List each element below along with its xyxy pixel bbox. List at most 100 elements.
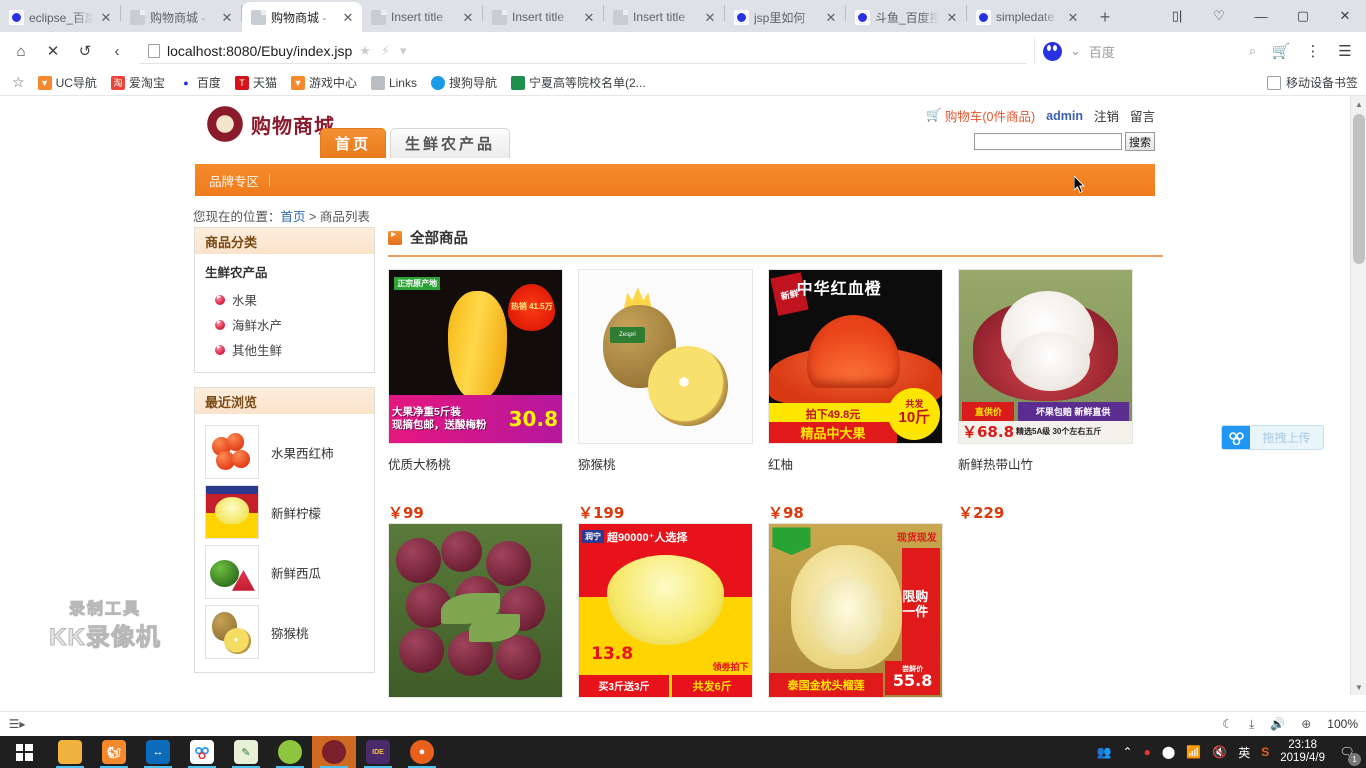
bookmark-gamecenter[interactable]: ▼ 游戏中心 xyxy=(286,72,362,93)
zoom-level[interactable]: 100% xyxy=(1327,717,1358,731)
product-image[interactable]: Zespri xyxy=(578,269,753,444)
back-icon[interactable]: ‹ xyxy=(102,36,132,66)
taskbar-app-active[interactable] xyxy=(312,736,356,768)
product-name[interactable]: 猕猴桃 xyxy=(578,454,768,473)
product-card[interactable]: 直供价 坏果包赔 新鲜直供 ￥68.8 精选5A级 30个左右五斤 新鲜热带山竹… xyxy=(958,269,1148,523)
search-icon[interactable]: ⌕ xyxy=(1249,43,1256,59)
nav-tab-home[interactable]: 首页 xyxy=(320,128,387,158)
close-icon[interactable]: ✕ xyxy=(581,11,597,24)
list-item[interactable]: 猕猴桃 xyxy=(205,602,364,662)
cast-icon[interactable]: ♡ xyxy=(1198,0,1240,32)
star-icon[interactable]: ★ xyxy=(359,43,371,59)
more-vertical-icon[interactable]: ⋮ xyxy=(1298,36,1328,66)
taskbar-app-mysql[interactable] xyxy=(268,736,312,768)
home-icon[interactable]: ⌂ xyxy=(6,36,36,66)
volume-icon[interactable]: 🔊 xyxy=(1270,717,1285,731)
product-card[interactable]: 现货现发 限购一件 泰国金枕头榴莲 尝鲜价 55.8 xyxy=(768,523,958,711)
category-item-seafood[interactable]: 海鲜水产 xyxy=(205,312,364,337)
product-image[interactable]: 现货现发 限购一件 泰国金枕头榴莲 尝鲜价 55.8 xyxy=(768,523,943,698)
close-icon[interactable]: ✕ xyxy=(944,11,960,24)
browser-tab-6[interactable]: jsp里如何 ✕ xyxy=(725,2,845,32)
breadcrumb-home[interactable]: 首页 xyxy=(281,210,306,224)
browser-tab-7[interactable]: 斗鱼_百度搜 ✕ xyxy=(846,2,966,32)
site-brand[interactable]: 购物商城 xyxy=(205,104,335,144)
wifi-icon[interactable]: 📶 xyxy=(1186,745,1201,759)
product-image[interactable]: 直供价 坏果包赔 新鲜直供 ￥68.8 精选5A级 30个左右五斤 xyxy=(958,269,1133,444)
list-item[interactable]: 新鲜西瓜 xyxy=(205,542,364,602)
product-card[interactable] xyxy=(388,523,578,711)
product-name[interactable]: 新鲜热带山竹 xyxy=(958,454,1148,473)
taskbar-app-teamviewer[interactable]: ↔ xyxy=(136,736,180,768)
browser-tab-1[interactable]: 购物商城 - ✕ xyxy=(121,2,241,32)
close-icon[interactable]: ✕ xyxy=(1324,0,1366,32)
cart-icon[interactable]: 🛒 xyxy=(1266,36,1296,66)
windows-start-icon[interactable] xyxy=(0,736,48,768)
people-icon[interactable]: 👥 xyxy=(1097,745,1112,759)
chevron-up-icon[interactable]: ⌃ xyxy=(1123,745,1133,759)
reload-icon[interactable]: ↺ xyxy=(70,36,100,66)
chevron-down-icon[interactable]: ▾ xyxy=(400,43,407,59)
lightning-icon[interactable]: ⚡ xyxy=(381,43,390,59)
minimize-icon[interactable]: — xyxy=(1240,0,1282,32)
zoom-in-icon[interactable]: ⊕ xyxy=(1301,717,1311,731)
product-name[interactable]: 红柚 xyxy=(768,454,958,473)
bookmark-ningxia[interactable]: 宁夏高等院校名单(2... xyxy=(506,72,651,93)
browser-tab-8[interactable]: simpledate ✕ xyxy=(967,2,1087,32)
new-tab-button[interactable]: + xyxy=(1091,3,1119,31)
taskbar-app-uc-browser[interactable]: 🐿 xyxy=(92,736,136,768)
product-image[interactable]: 润宁 超90000⁺人选择 13.8 领劵拍下 买3斤送3斤 共发6斤 xyxy=(578,523,753,698)
hamburger-icon[interactable]: ☰ xyxy=(1330,36,1360,66)
bookmark-baidu[interactable]: ● 百度 xyxy=(174,72,226,93)
bookmark-uc[interactable]: ▼ UC导航 xyxy=(33,72,102,93)
page-list-icon[interactable]: ☰▸ xyxy=(8,715,26,733)
close-icon[interactable]: ✕ xyxy=(702,11,718,24)
browser-tab-2-active[interactable]: 购物商城 - ✕ xyxy=(242,2,362,32)
maximize-icon[interactable]: ▢ xyxy=(1282,0,1324,32)
product-card[interactable]: 新鲜 中华红血橙 拍下49.8元 精品中大果 共发 10斤 红柚 ￥98 xyxy=(768,269,958,523)
username-label[interactable]: admin xyxy=(1046,109,1083,123)
list-item[interactable]: 新鲜柠檬 xyxy=(205,482,364,542)
close-icon[interactable]: ✕ xyxy=(460,11,476,24)
close-icon[interactable]: ✕ xyxy=(823,11,839,24)
browser-search-box[interactable]: ⌄ 百度 ⌕ xyxy=(1034,38,1264,64)
address-bar[interactable]: localhost:8080/Ebuy/index.jsp ★ ⚡ ▾ xyxy=(140,38,1026,64)
vertical-scrollbar[interactable]: ▲ ▼ xyxy=(1350,96,1366,695)
product-image[interactable] xyxy=(388,523,563,698)
close-icon[interactable]: ✕ xyxy=(1065,11,1081,24)
night-mode-icon[interactable]: ☾ xyxy=(1222,717,1233,731)
brand-zone-link[interactable]: 品牌专区 xyxy=(209,171,259,190)
circle-icon[interactable]: ⬤ xyxy=(1162,745,1175,759)
browser-tab-5[interactable]: Insert title ✕ xyxy=(604,2,724,32)
close-icon[interactable]: ✕ xyxy=(340,11,356,24)
chevron-down-icon[interactable]: ⌄ xyxy=(1070,43,1081,59)
netdisk-upload-widget[interactable]: 拖拽上传 xyxy=(1221,425,1324,450)
tab-preview-icon[interactable]: ▯| xyxy=(1156,0,1198,32)
browser-tab-4[interactable]: Insert title ✕ xyxy=(483,2,603,32)
browser-tab-0[interactable]: eclipse_百度 ✕ xyxy=(0,2,120,32)
taskbar-app-baidu-netdisk[interactable] xyxy=(180,736,224,768)
category-item-other-fresh[interactable]: 其他生鲜 xyxy=(205,337,364,362)
sogou-icon[interactable]: S xyxy=(1261,745,1269,759)
bookmark-links[interactable]: Links xyxy=(366,74,422,92)
antivirus-icon[interactable]: ● xyxy=(1144,745,1151,759)
bookmark-taobao[interactable]: 淘 爱淘宝 xyxy=(106,72,170,93)
category-item-fruit[interactable]: 水果 xyxy=(205,287,364,312)
close-icon[interactable]: ✕ xyxy=(98,11,114,24)
bookmark-sogou[interactable]: 搜狗导航 xyxy=(426,72,502,93)
search-input[interactable] xyxy=(974,133,1122,150)
ime-indicator[interactable]: 英 xyxy=(1238,744,1250,761)
download-icon[interactable]: ⤓ xyxy=(1249,717,1254,732)
search-button[interactable]: 搜索 xyxy=(1125,132,1155,151)
product-image[interactable]: 正宗原产地 热销 41.5万 大果净重5斤装 现摘包邮，送酸梅粉 30.8 xyxy=(388,269,563,444)
star-icon[interactable]: ☆ xyxy=(8,74,29,91)
message-link[interactable]: 留言 xyxy=(1130,106,1155,125)
product-card[interactable]: 润宁 超90000⁺人选择 13.8 领劵拍下 买3斤送3斤 共发6斤 xyxy=(578,523,768,711)
product-name[interactable]: 优质大杨桃 xyxy=(388,454,578,473)
product-card[interactable]: 正宗原产地 热销 41.5万 大果净重5斤装 现摘包邮，送酸梅粉 30.8 优质… xyxy=(388,269,578,523)
product-image[interactable]: 新鲜 中华红血橙 拍下49.8元 精品中大果 共发 10斤 xyxy=(768,269,943,444)
product-card[interactable]: Zespri 猕猴桃 ￥199 xyxy=(578,269,768,523)
close-icon[interactable]: ✕ xyxy=(219,11,235,24)
stop-icon[interactable]: ✕ xyxy=(38,36,68,66)
nav-tab-fresh-produce[interactable]: 生鲜农产品 xyxy=(390,128,511,158)
bookmark-tmall[interactable]: T 天猫 xyxy=(230,72,282,93)
